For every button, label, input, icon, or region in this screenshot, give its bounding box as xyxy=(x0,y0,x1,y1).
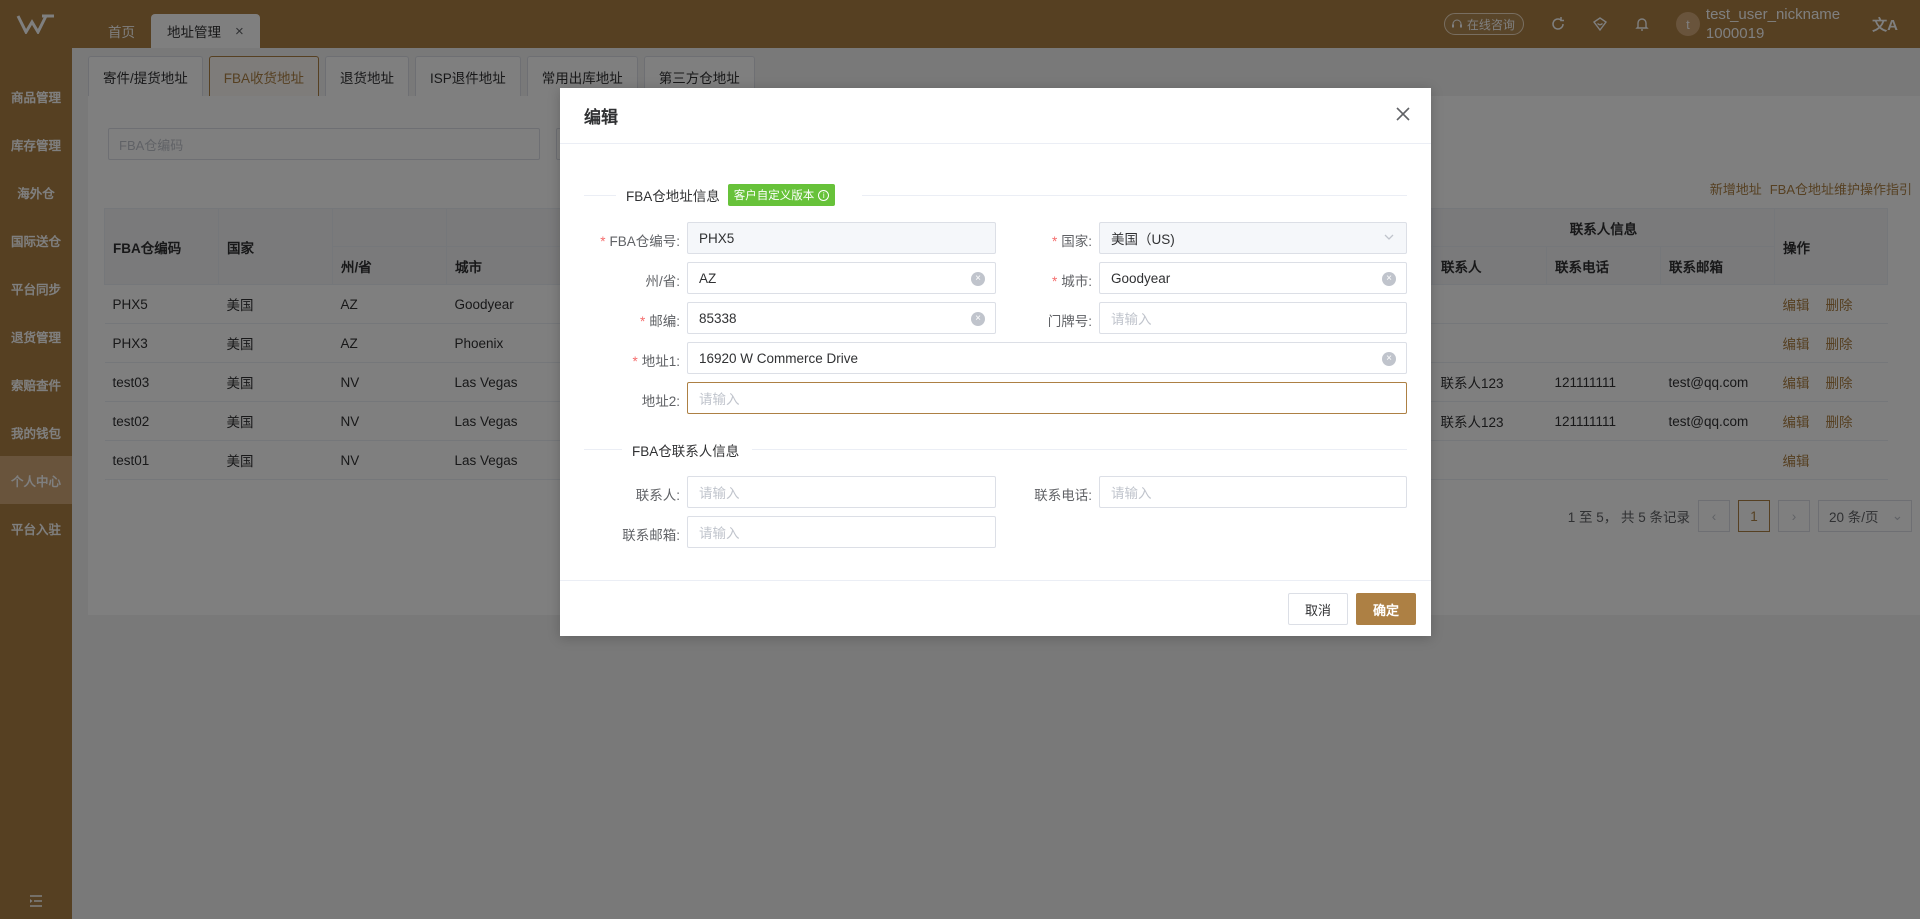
door-number-label: 门牌号: xyxy=(1047,314,1092,329)
phone-input[interactable]: 请输入 xyxy=(1099,476,1407,508)
section-title: FBA仓地址信息 xyxy=(626,189,720,204)
divider xyxy=(752,449,1407,450)
input-placeholder: 请输入 xyxy=(699,392,740,407)
zip-label: * 邮编: xyxy=(639,314,680,329)
edit-dialog: 编辑 FBA仓地址信息 客户自定义版本 i * FBA仓编号: PHX5 * 国家: … xyxy=(560,88,1431,636)
state-label: 州/省: xyxy=(645,274,680,289)
confirm-button[interactable]: 确定 xyxy=(1356,593,1416,625)
address1-label: * 地址1: xyxy=(632,354,680,369)
input-value: Goodyear xyxy=(1111,270,1171,286)
country-select[interactable]: 美国（US) xyxy=(1099,222,1407,254)
section-contact-info: FBA仓联系人信息 xyxy=(632,440,739,460)
section-address-info: FBA仓地址信息 客户自定义版本 i xyxy=(626,184,836,206)
address2-input[interactable]: 请输入 xyxy=(687,382,1407,414)
phone-label: 联系电话: xyxy=(1034,488,1092,503)
dialog-title: 编辑 xyxy=(584,108,618,127)
input-placeholder: 请输入 xyxy=(699,486,740,501)
state-input[interactable]: AZ × xyxy=(687,262,996,294)
city-input[interactable]: Goodyear × xyxy=(1099,262,1407,294)
email-input[interactable]: 请输入 xyxy=(687,516,996,548)
clear-icon[interactable]: × xyxy=(1382,352,1396,366)
contact-input[interactable]: 请输入 xyxy=(687,476,996,508)
input-value: 85338 xyxy=(699,310,737,326)
fba-code-label: * FBA仓编号: xyxy=(600,234,680,249)
input-placeholder: 请输入 xyxy=(1111,312,1152,327)
email-label: 联系邮箱: xyxy=(622,528,680,543)
input-value: AZ xyxy=(699,270,717,286)
input-value: 16920 W Commerce Drive xyxy=(699,350,859,366)
city-label: * 城市: xyxy=(1051,274,1092,289)
info-icon[interactable]: i xyxy=(818,189,830,201)
input-value: 美国（US) xyxy=(1111,232,1175,247)
door-number-input[interactable]: 请输入 xyxy=(1099,302,1407,334)
badge-label: 客户自定义版本 xyxy=(733,190,815,202)
address1-input[interactable]: 16920 W Commerce Drive × xyxy=(687,342,1407,374)
custom-version-badge: 客户自定义版本 i xyxy=(727,184,836,206)
dialog-footer: 取消 确定 xyxy=(560,580,1431,636)
contact-label: 联系人: xyxy=(635,488,680,503)
divider xyxy=(584,195,616,196)
address2-label: 地址2: xyxy=(641,394,680,409)
clear-icon[interactable]: × xyxy=(1382,272,1396,286)
input-placeholder: 请输入 xyxy=(699,526,740,541)
divider xyxy=(584,449,622,450)
section-title: FBA仓联系人信息 xyxy=(632,444,740,459)
zip-input[interactable]: 85338 × xyxy=(687,302,996,334)
cancel-button[interactable]: 取消 xyxy=(1288,593,1348,625)
input-value: PHX5 xyxy=(699,230,735,246)
input-placeholder: 请输入 xyxy=(1111,486,1152,501)
fba-code-input[interactable]: PHX5 xyxy=(687,222,996,254)
country-label: * 国家: xyxy=(1051,234,1092,249)
close-icon[interactable] xyxy=(1393,104,1413,124)
chevron-down-icon xyxy=(1384,234,1394,240)
divider xyxy=(862,195,1407,196)
